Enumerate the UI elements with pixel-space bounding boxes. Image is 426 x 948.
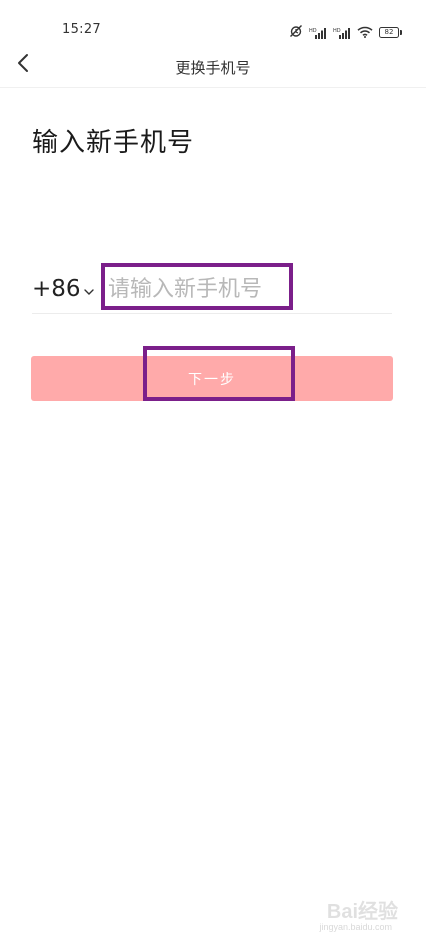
phone-input-row: +86: [32, 262, 392, 314]
chevron-down-icon: [83, 281, 94, 300]
svg-text:HD: HD: [309, 28, 317, 34]
battery-icon: 82: [379, 27, 402, 38]
status-bar: 15:27 HD HD 82: [0, 0, 426, 44]
status-time: 15:27: [62, 22, 101, 37]
status-icons: HD HD 82: [289, 23, 402, 42]
hd-signal-icon: HD: [333, 27, 351, 39]
svg-text:HD: HD: [333, 28, 341, 34]
wifi-icon: [357, 23, 373, 42]
phone-number-input[interactable]: [108, 270, 288, 308]
battery-level: 82: [379, 27, 399, 38]
page-heading: 输入新手机号: [32, 128, 195, 158]
next-button[interactable]: 下一步: [31, 356, 393, 401]
country-code: +86: [32, 276, 81, 302]
page-title: 更换手机号: [175, 59, 251, 77]
alarm-off-icon: [289, 23, 303, 42]
hd-signal-icon: HD: [309, 27, 327, 39]
watermark-logo: Bai经验: [326, 901, 398, 923]
nav-bar: 更换手机号: [0, 44, 426, 88]
watermark-url: jingyan.baidu.com: [319, 922, 392, 932]
country-code-selector[interactable]: +86: [32, 276, 94, 302]
